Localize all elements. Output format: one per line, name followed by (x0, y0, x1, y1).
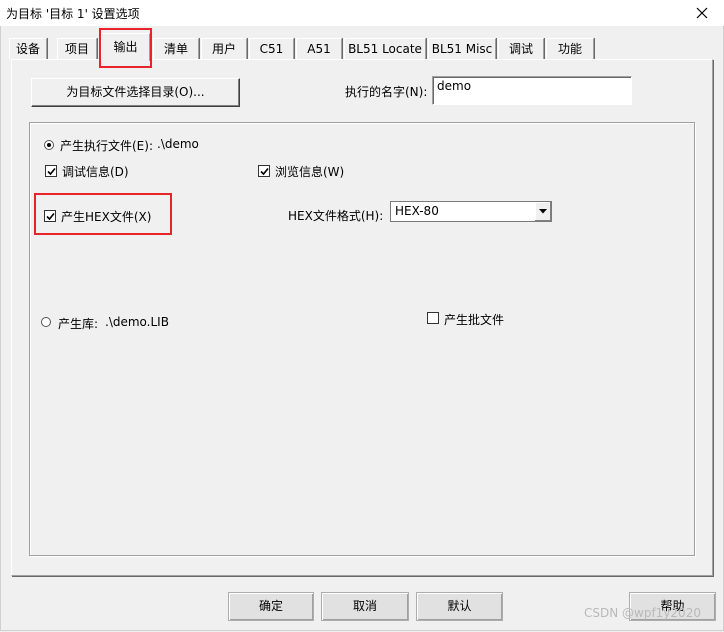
create-exec-radio[interactable] (44, 140, 54, 150)
tab-debug[interactable]: 调试 (498, 38, 544, 59)
watermark: CSDN @wpf1y2020 (584, 606, 701, 620)
defaults-button[interactable]: 默认 (416, 592, 503, 621)
tab-label: 调试 (508, 42, 533, 56)
tab-label: A51 (307, 42, 331, 56)
dropdown-button[interactable] (534, 202, 551, 221)
tab-label: C51 (259, 42, 284, 56)
tab-label: 项目 (64, 42, 89, 56)
tab-label: 用户 (211, 42, 236, 56)
checkmark-icon (47, 167, 56, 176)
window-title: 为目标 '目标 1' 设置选项 (6, 7, 140, 21)
exec-name-input[interactable]: demo (432, 76, 632, 105)
tab-utilities[interactable]: 功能 (546, 38, 594, 59)
tab-label: BL51 Misc (431, 42, 493, 56)
hex-format-value: HEX-80 (395, 204, 439, 218)
tab-label: 清单 (163, 42, 188, 56)
debug-info-checkbox[interactable] (45, 165, 57, 177)
close-button[interactable] (684, 2, 720, 24)
create-batch-checkbox[interactable] (427, 312, 439, 324)
browse-info-checkbox[interactable] (258, 165, 270, 177)
tab-a51[interactable]: A51 (296, 38, 342, 59)
cancel-button[interactable]: 取消 (321, 592, 409, 621)
tab-label: 设备 (15, 42, 40, 56)
create-hex-highlight (34, 193, 172, 235)
create-exec-path: .\demo (157, 137, 199, 151)
create-exec-label: 产生执行文件(E): (60, 139, 153, 153)
tab-output-highlight (99, 28, 152, 68)
options-group (29, 122, 695, 556)
create-lib-path: .\demo.LIB (105, 315, 169, 329)
checkmark-icon (260, 167, 269, 176)
tab-bl51-misc[interactable]: BL51 Misc (428, 38, 496, 59)
tab-c51[interactable]: C51 (249, 38, 294, 59)
tab-listing[interactable]: 清单 (153, 38, 199, 59)
close-icon (696, 7, 708, 19)
debug-info-label: 调试信息(D) (62, 165, 129, 179)
create-batch-label: 产生批文件 (444, 313, 505, 327)
select-folder-button[interactable]: 为目标文件选择目录(O)... (31, 78, 240, 107)
tab-label: 功能 (557, 42, 582, 56)
exec-name-value: demo (437, 79, 472, 93)
tab-bl51-locate[interactable]: BL51 Locate (344, 38, 426, 59)
tab-device[interactable]: 设备 (9, 38, 47, 59)
browse-info-label: 浏览信息(W) (275, 165, 345, 179)
tab-user[interactable]: 用户 (201, 38, 247, 59)
exec-name-label: 执行的名字(N): (345, 85, 428, 99)
create-lib-radio[interactable] (41, 317, 51, 327)
chevron-down-icon (539, 209, 547, 214)
tab-project[interactable]: 项目 (57, 38, 97, 59)
create-lib-label: 产生库: (58, 317, 99, 331)
tab-label: BL51 Locate (348, 42, 422, 56)
ok-button[interactable]: 确定 (228, 592, 314, 621)
hex-format-select[interactable]: HEX-80 (390, 201, 552, 222)
hex-format-label: HEX文件格式(H): (288, 209, 384, 223)
